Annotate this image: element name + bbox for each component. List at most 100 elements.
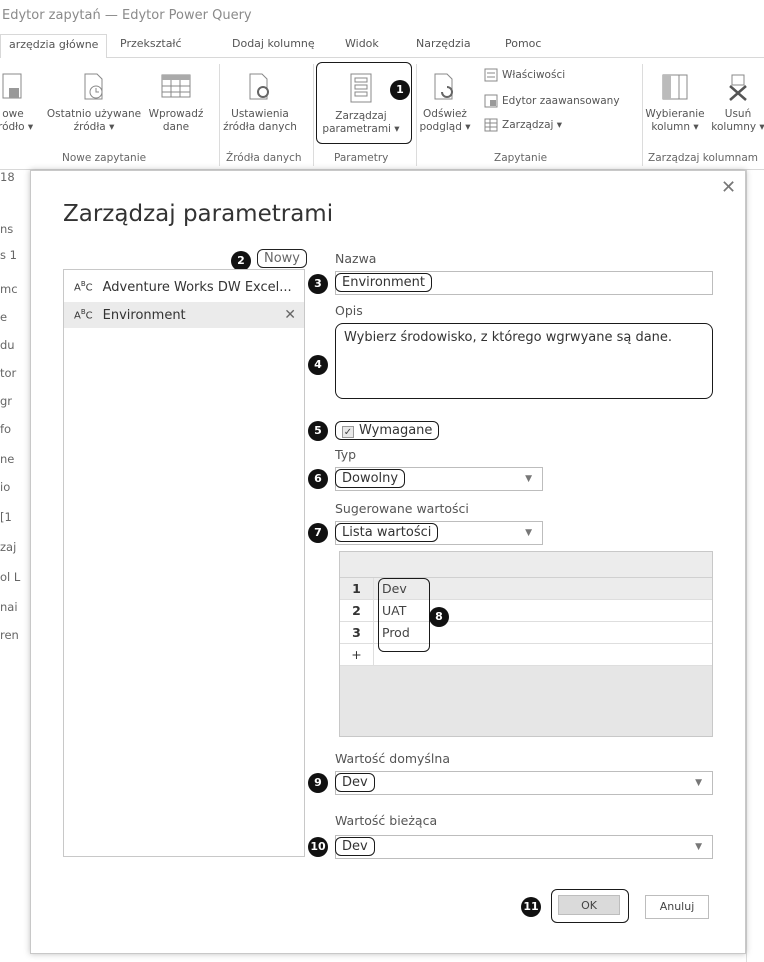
refresh-icon — [434, 73, 453, 100]
parameter-name: Environment — [102, 307, 186, 323]
checkbox-icon[interactable]: ✓ — [342, 426, 354, 438]
chevron-down-icon: ▼ — [695, 842, 702, 852]
parameters-icon — [350, 73, 372, 103]
remove-columns-label: Usuń kolumny ▾ — [711, 108, 764, 133]
group-sources-label: Źródła danych — [226, 152, 302, 164]
enter-data-button[interactable]: Wprowadź dane — [144, 72, 208, 134]
callout-badge: 11 — [521, 897, 541, 917]
manage-parameters-button[interactable]: Zarządzaj parametrami ▾ — [320, 72, 402, 136]
grid-icon — [484, 118, 498, 132]
bg-text: e — [0, 310, 8, 324]
ok-label: OK — [558, 895, 620, 915]
source-settings-button[interactable]: Ustawienia źródła danych — [222, 72, 298, 134]
group-separator — [313, 64, 314, 166]
values-highlight — [378, 578, 430, 652]
recent-sources-button[interactable]: Ostatnio używane źródła ▾ — [46, 72, 142, 134]
choose-columns-label: Wybieranie kolumn ▾ — [645, 108, 705, 133]
type-select-value[interactable]: Dowolny — [335, 469, 406, 488]
tab-home[interactable]: arzędzia główne — [0, 34, 108, 59]
text-type-icon: ABC — [74, 280, 93, 294]
columns-icon — [662, 74, 688, 100]
bg-text: io — [0, 480, 11, 494]
window-title: Edytor zapytań — Edytor Power Query — [2, 8, 252, 23]
advanced-editor-icon — [484, 94, 498, 108]
advanced-editor-button[interactable]: Edytor zaawansowany — [484, 94, 620, 108]
callout-badge: 4 — [308, 355, 328, 375]
list-item[interactable]: ABC Environment ✕ — [64, 302, 304, 328]
bg-text: nai — [0, 600, 18, 614]
new-parameter-button[interactable]: Nowy — [257, 249, 308, 268]
bg-text: ren — [0, 628, 19, 642]
advanced-editor-label: Edytor zaawansowany — [502, 95, 620, 107]
description-textarea[interactable]: Wybierz środowisko, z którego wgrwyane s… — [335, 323, 713, 399]
refresh-preview-button[interactable]: Odśwież podgląd ▾ — [418, 72, 472, 134]
required-checkbox[interactable]: ✓ Wymagane — [335, 421, 440, 440]
tab-help[interactable]: Pomoc — [505, 34, 541, 58]
ribbon: owe ródło ▾ Ostatnio używane źródła ▾ Wp… — [0, 58, 764, 170]
parameter-list: ABC Adventure Works DW Excel... ABC Envi… — [63, 269, 305, 857]
default-value[interactable]: Dev — [335, 773, 375, 792]
dialog-title: Zarządzaj parametrami — [63, 201, 334, 227]
remove-columns-button[interactable]: Usuń kolumny ▾ — [710, 72, 764, 134]
group-separator — [642, 64, 643, 166]
tab-add-column[interactable]: Dodaj kolumnę — [232, 34, 315, 58]
group-separator — [219, 64, 220, 166]
bg-text: ns — [0, 222, 14, 236]
bg-text: zaj — [0, 540, 17, 554]
recent-sources-label: Ostatnio używane źródła ▾ — [46, 108, 142, 133]
manage-button[interactable]: Zarządzaj ▾ — [484, 118, 562, 132]
bg-text: ne — [0, 452, 15, 466]
remove-columns-icon — [729, 74, 747, 101]
group-params-label: Parametry — [334, 152, 389, 164]
group-query-label: Zapytanie — [494, 152, 548, 164]
manage-parameters-dialog: ✕ Zarządzaj parametrami 2 Nowy ABC Adven… — [30, 170, 746, 954]
bg-text: gr — [0, 394, 13, 408]
properties-label: Właściwości — [502, 69, 566, 81]
suggested-values-label: Sugerowane wartości — [335, 501, 469, 516]
bg-text: mc — [0, 282, 18, 296]
bg-text: [1 — [0, 510, 12, 524]
new-source-button[interactable]: owe ródło ▾ — [0, 72, 33, 134]
default-value-select[interactable]: ▼ — [335, 771, 713, 795]
manage-label: Zarządzaj ▾ — [502, 119, 563, 131]
delete-parameter-icon[interactable]: ✕ — [284, 307, 296, 323]
callout-badge: 7 — [308, 523, 328, 543]
callout-badge: 6 — [308, 469, 328, 489]
properties-button[interactable]: Właściwości — [484, 68, 565, 82]
group-new-query-label: Nowe zapytanie — [62, 152, 147, 164]
ok-button[interactable]: OK — [551, 889, 629, 923]
callout-badge: 9 — [308, 773, 328, 793]
callout-badge: 5 — [308, 421, 328, 441]
cancel-button[interactable]: Anuluj — [645, 895, 709, 919]
tab-transform[interactable]: Przekształć — [120, 34, 182, 58]
enter-data-label: Wprowadź dane — [148, 108, 204, 133]
manage-parameters-label: Zarządzaj parametrami ▾ — [322, 110, 400, 135]
source-settings-label: Ustawienia źródła danych — [223, 108, 297, 133]
chevron-down-icon: ▼ — [525, 528, 532, 538]
text-type-icon: ABC — [74, 308, 93, 322]
required-label: Wymagane — [359, 423, 433, 438]
description-label: Opis — [335, 303, 363, 318]
bg-text: du — [0, 338, 15, 352]
chevron-down-icon: ▼ — [695, 778, 702, 788]
recent-sources-icon — [84, 73, 103, 100]
callout-badge: 8 — [429, 607, 449, 627]
callout-badge: 1 — [390, 80, 410, 100]
callout-badge: 2 — [231, 251, 251, 271]
current-value[interactable]: Dev — [335, 837, 375, 856]
choose-columns-button[interactable]: Wybieranie kolumn ▾ — [644, 72, 706, 134]
bg-text: tor — [0, 366, 17, 380]
tab-tools[interactable]: Narzędzia — [416, 34, 471, 58]
data-grid-peek — [746, 170, 764, 962]
gear-doc-icon — [249, 73, 269, 100]
name-input-value[interactable]: Environment — [335, 273, 433, 292]
callout-badge: 10 — [308, 837, 328, 857]
new-source-label: owe ródło ▾ — [0, 108, 34, 133]
tab-view[interactable]: Widok — [345, 34, 379, 58]
name-label: Nazwa — [335, 251, 377, 266]
list-item[interactable]: ABC Adventure Works DW Excel... — [64, 274, 304, 300]
add-row-icon[interactable]: + — [340, 644, 374, 666]
suggested-values-value[interactable]: Lista wartości — [335, 523, 439, 542]
current-value-select[interactable]: ▼ — [335, 835, 713, 859]
close-icon[interactable]: ✕ — [721, 177, 736, 198]
